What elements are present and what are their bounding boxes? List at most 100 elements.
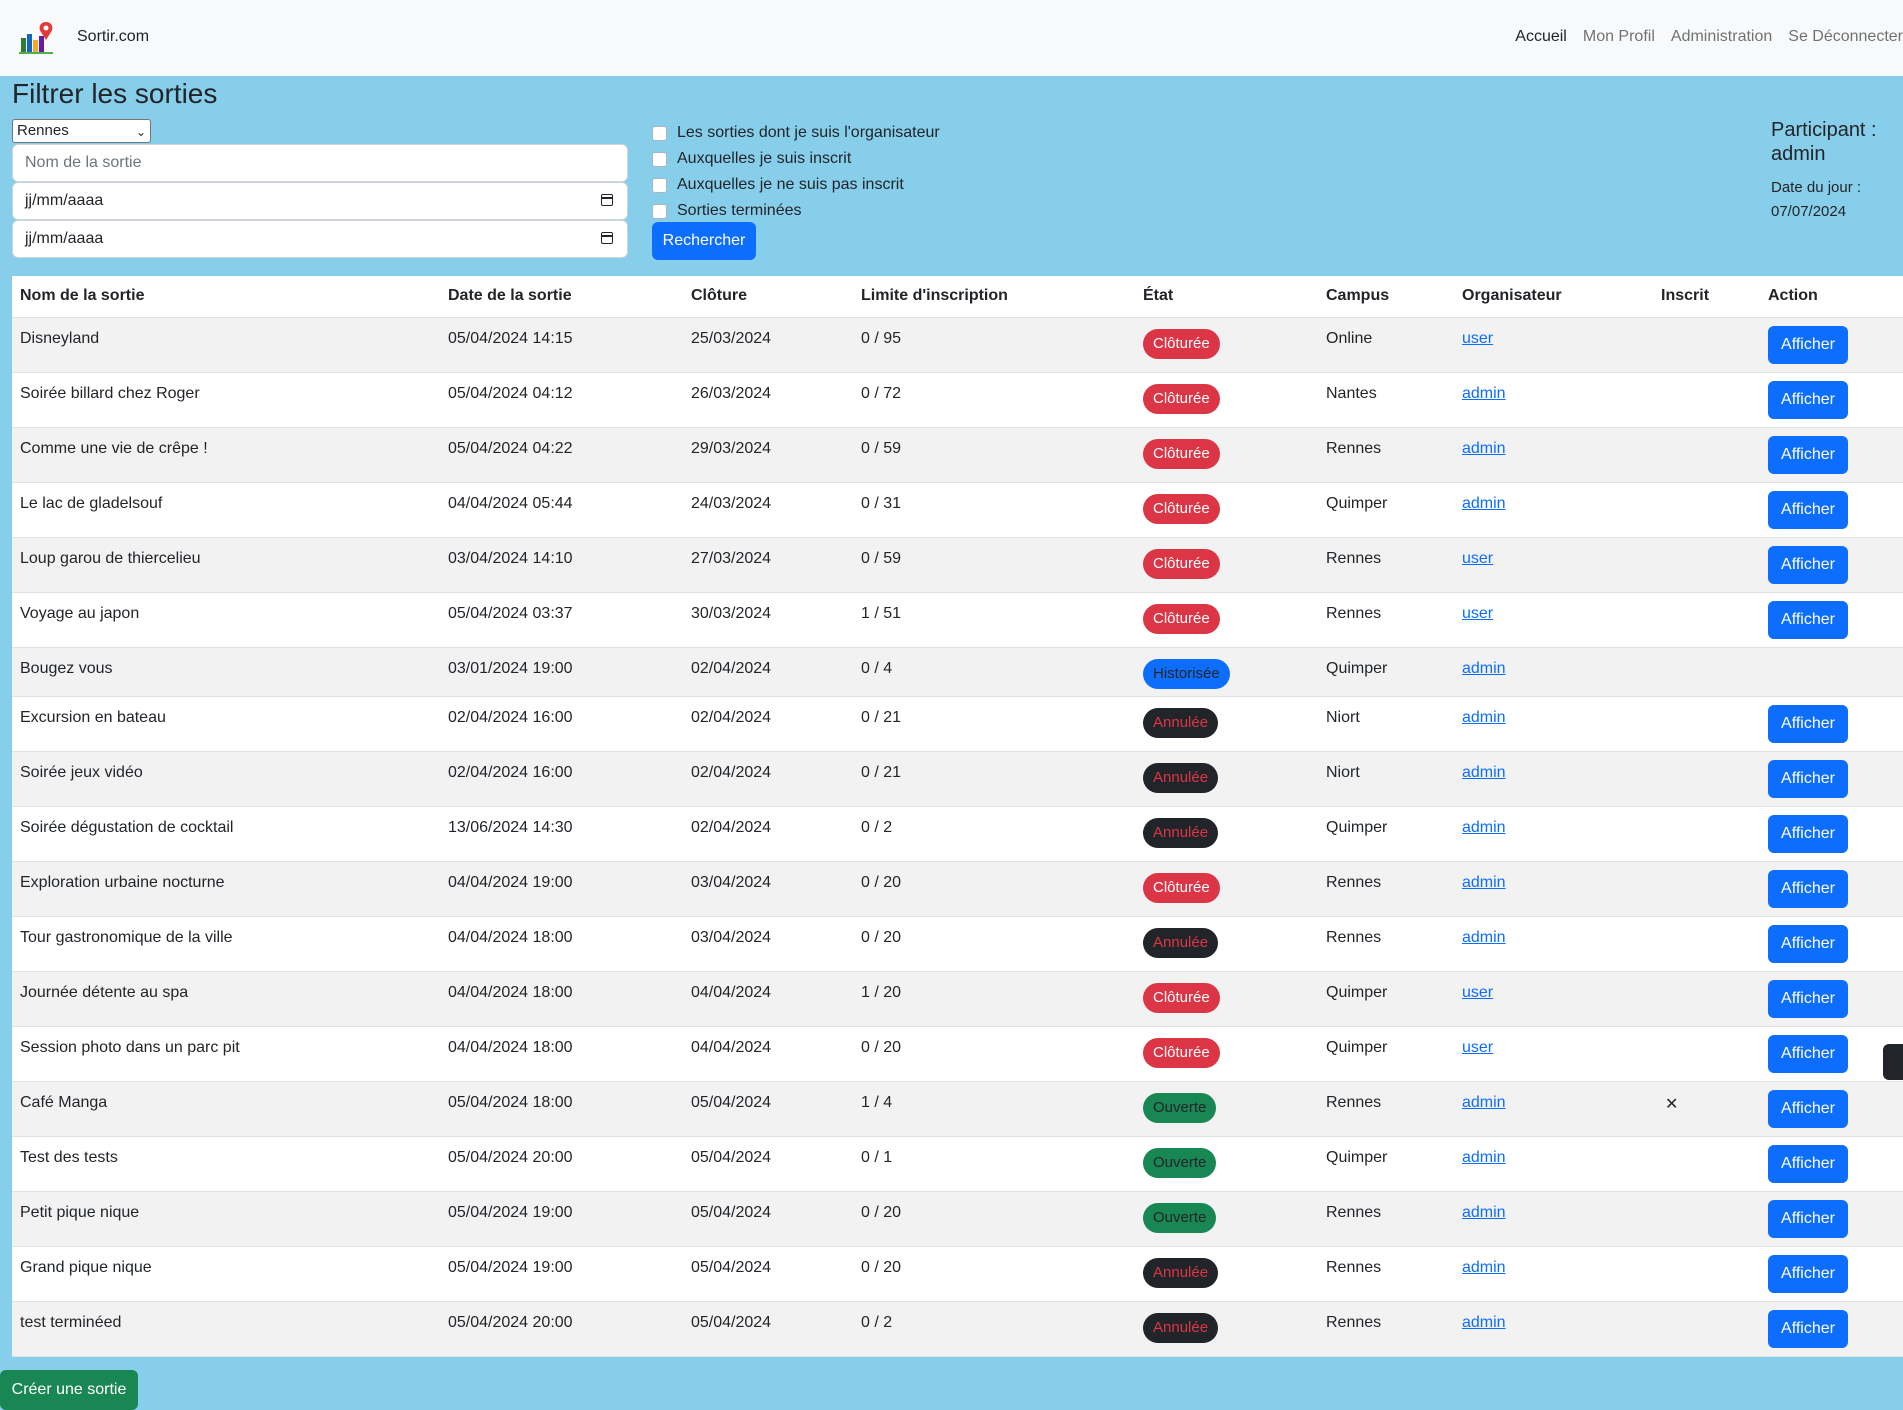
afficher-button[interactable]: Afficher <box>1768 1034 1848 1073</box>
afficher-button[interactable]: Afficher <box>1768 979 1848 1018</box>
cell-limit: 1 / 51 <box>853 592 1135 648</box>
date-end-input[interactable]: jj/mm/aaaa <box>12 220 628 258</box>
cell-organisateur: user <box>1454 317 1653 373</box>
cell-cloture: 25/03/2024 <box>683 317 853 373</box>
afficher-button[interactable]: Afficher <box>1768 1199 1848 1238</box>
date-start-input[interactable]: jj/mm/aaaa <box>12 182 628 220</box>
cell-limit: 0 / 20 <box>853 861 1135 917</box>
checkbox[interactable] <box>652 177 667 193</box>
organizer-link[interactable]: admin <box>1462 764 1506 781</box>
organizer-link[interactable]: admin <box>1462 385 1506 402</box>
afficher-button[interactable]: Afficher <box>1768 924 1848 963</box>
cell-limit: 1 / 20 <box>853 971 1135 1027</box>
cell-organisateur: user <box>1454 592 1653 648</box>
cell-name: Soirée dégustation de cocktail <box>12 806 440 862</box>
side-widget-tab[interactable] <box>1883 1044 1903 1080</box>
campus-select[interactable]: Rennes ⌄ <box>12 119 151 143</box>
organizer-link[interactable]: user <box>1462 605 1493 622</box>
brand-name[interactable]: Sortir.com <box>77 28 149 46</box>
check-organisateur[interactable]: Les sorties dont je suis l'organisateur <box>652 120 940 146</box>
afficher-button[interactable]: Afficher <box>1768 490 1848 529</box>
organizer-link[interactable]: admin <box>1462 440 1506 457</box>
cell-inscrit <box>1653 647 1760 697</box>
organizer-link[interactable]: admin <box>1462 1259 1506 1276</box>
afficher-button[interactable]: Afficher <box>1768 759 1848 798</box>
cell-cloture: 05/04/2024 <box>683 1246 853 1302</box>
calendar-icon[interactable] <box>601 194 613 206</box>
calendar-icon[interactable] <box>601 232 613 244</box>
cell-action <box>1760 647 1903 697</box>
cell-name: Comme une vie de crêpe ! <box>12 427 440 483</box>
checkbox[interactable] <box>652 203 667 219</box>
afficher-button[interactable]: Afficher <box>1768 1309 1848 1348</box>
cell-cloture: 03/04/2024 <box>683 916 853 972</box>
nav-link-mon-profil[interactable]: Mon Profil <box>1583 28 1655 46</box>
organizer-link[interactable]: user <box>1462 984 1493 1001</box>
sortie-name-input[interactable]: Nom de la sortie <box>12 144 628 182</box>
cell-date: 02/04/2024 16:00 <box>440 751 683 807</box>
organizer-link[interactable]: admin <box>1462 660 1506 677</box>
search-button[interactable]: Rechercher <box>652 222 756 260</box>
cell-date: 03/01/2024 19:00 <box>440 647 683 697</box>
afficher-button[interactable]: Afficher <box>1768 600 1848 639</box>
cell-cloture: 05/04/2024 <box>683 1301 853 1357</box>
cell-date: 04/04/2024 18:00 <box>440 916 683 972</box>
cell-campus: Rennes <box>1318 1246 1454 1302</box>
organizer-link[interactable]: admin <box>1462 495 1506 512</box>
status-badge: Historisée <box>1143 658 1230 689</box>
nav-links: Accueil Mon Profil Administration Se Déc… <box>1499 28 1903 46</box>
cell-date: 13/06/2024 14:30 <box>440 806 683 862</box>
cell-etat: Clôturée <box>1135 372 1318 428</box>
cell-inscrit <box>1653 806 1760 862</box>
organizer-link[interactable]: admin <box>1462 709 1506 726</box>
cell-action: Afficher <box>1760 1301 1903 1357</box>
organizer-link[interactable]: admin <box>1462 1094 1506 1111</box>
organizer-link[interactable]: admin <box>1462 874 1506 891</box>
afficher-button[interactable]: Afficher <box>1768 1089 1848 1128</box>
create-sortie-button[interactable]: Créer une sortie <box>0 1370 138 1410</box>
organizer-link[interactable]: admin <box>1462 1204 1506 1221</box>
afficher-button[interactable]: Afficher <box>1768 380 1848 419</box>
check-label: Sorties terminées <box>677 202 802 219</box>
check-pas-inscrit[interactable]: Auxquelles je ne suis pas inscrit <box>652 172 940 198</box>
organizer-link[interactable]: admin <box>1462 1149 1506 1166</box>
afficher-button[interactable]: Afficher <box>1768 545 1848 584</box>
cell-campus: Rennes <box>1318 1081 1454 1137</box>
cell-limit: 0 / 2 <box>853 1301 1135 1357</box>
organizer-link[interactable]: user <box>1462 330 1493 347</box>
table-row: Soirée dégustation de cocktail 13/06/2024… <box>12 806 1903 862</box>
column-header: Limite d'inscription <box>853 276 1135 318</box>
afficher-button[interactable]: Afficher <box>1768 1254 1848 1293</box>
nav-link-administration[interactable]: Administration <box>1671 28 1772 46</box>
column-header: Inscrit <box>1653 276 1760 318</box>
check-inscrit[interactable]: Auxquelles je suis inscrit <box>652 146 940 172</box>
checkbox[interactable] <box>652 151 667 167</box>
nav-link-deconnecter[interactable]: Se Déconnecter <box>1788 28 1903 46</box>
afficher-button[interactable]: Afficher <box>1768 325 1848 364</box>
cell-cloture: 05/04/2024 <box>683 1081 853 1137</box>
organizer-link[interactable]: user <box>1462 550 1493 567</box>
afficher-button[interactable]: Afficher <box>1768 1144 1848 1183</box>
date-start-placeholder: jj/mm/aaaa <box>25 192 104 209</box>
afficher-button[interactable]: Afficher <box>1768 704 1848 743</box>
cell-cloture: 04/04/2024 <box>683 1026 853 1082</box>
afficher-button[interactable]: Afficher <box>1768 814 1848 853</box>
afficher-button[interactable]: Afficher <box>1768 869 1848 908</box>
cell-inscrit <box>1653 916 1760 972</box>
cell-etat: Clôturée <box>1135 1026 1318 1082</box>
cell-campus: Quimper <box>1318 647 1454 697</box>
organizer-link[interactable]: admin <box>1462 929 1506 946</box>
nav-link-accueil[interactable]: Accueil <box>1515 28 1567 46</box>
checkbox[interactable] <box>652 125 667 141</box>
organizer-link[interactable]: admin <box>1462 819 1506 836</box>
cell-organisateur: admin <box>1454 861 1653 917</box>
organizer-link[interactable]: user <box>1462 1039 1493 1056</box>
check-terminees[interactable]: Sorties terminées <box>652 198 940 224</box>
afficher-button[interactable]: Afficher <box>1768 435 1848 474</box>
cell-date: 04/04/2024 18:00 <box>440 971 683 1027</box>
cell-campus: Online <box>1318 317 1454 373</box>
brand-logo-icon[interactable] <box>18 20 56 56</box>
organizer-link[interactable]: admin <box>1462 1314 1506 1331</box>
status-badge: Annulée <box>1143 1312 1219 1343</box>
page-title: Filtrer les sorties <box>12 78 218 109</box>
